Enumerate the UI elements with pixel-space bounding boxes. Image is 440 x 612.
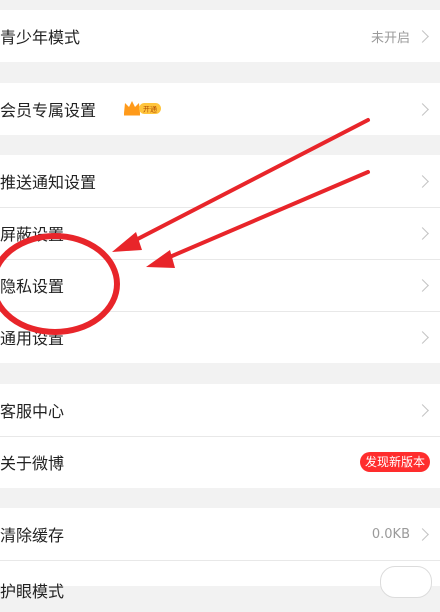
- settings-group-vip: 会员专属设置 开通: [0, 83, 440, 135]
- vip-settings-label: 会员专属设置: [0, 101, 97, 120]
- settings-group-teen: 青少年模式 未开启: [0, 10, 440, 62]
- new-version-badge: 发现新版本: [359, 452, 430, 472]
- teen-mode-row[interactable]: 青少年模式 未开启: [0, 10, 440, 62]
- push-notification-label: 推送通知设置: [0, 173, 97, 192]
- chevron-right-icon: [416, 330, 429, 344]
- cache-size: 0.0KB: [371, 526, 410, 542]
- eye-protection-toggle[interactable]: [380, 566, 432, 598]
- chevron-right-icon: [416, 527, 429, 541]
- vip-settings-row[interactable]: 会员专属设置 开通: [0, 83, 440, 135]
- chevron-right-icon: [416, 29, 429, 43]
- privacy-settings-label: 隐私设置: [0, 277, 65, 296]
- customer-service-label: 客服中心: [0, 402, 65, 421]
- chevron-right-icon: [416, 403, 429, 417]
- settings-group-misc: 清除缓存 0.0KB 护眼模式: [0, 508, 440, 601]
- chevron-right-icon: [416, 278, 429, 292]
- chevron-right-icon: [416, 102, 429, 116]
- eye-protection-label: 护眼模式: [0, 582, 65, 601]
- about-weibo-row[interactable]: 关于微博 发现新版本: [0, 436, 440, 488]
- settings-group-main: 推送通知设置 屏蔽设置 隐私设置 通用设置: [0, 155, 440, 363]
- clear-cache-row[interactable]: 清除缓存 0.0KB: [0, 508, 440, 560]
- block-settings-label: 屏蔽设置: [0, 225, 65, 244]
- vip-crown-badge-icon: 开通: [124, 101, 161, 116]
- teen-mode-label: 青少年模式: [0, 28, 81, 47]
- clear-cache-label: 清除缓存: [0, 526, 65, 545]
- general-settings-label: 通用设置: [0, 329, 65, 348]
- customer-service-row[interactable]: 客服中心: [0, 384, 440, 436]
- chevron-right-icon: [416, 226, 429, 240]
- chevron-right-icon: [416, 174, 429, 188]
- block-settings-row[interactable]: 屏蔽设置: [0, 207, 440, 259]
- push-notification-row[interactable]: 推送通知设置: [0, 155, 440, 207]
- general-settings-row[interactable]: 通用设置: [0, 311, 440, 363]
- about-weibo-label: 关于微博: [0, 454, 65, 473]
- vip-badge-text: 开通: [143, 105, 157, 114]
- privacy-settings-row[interactable]: 隐私设置: [0, 259, 440, 311]
- settings-group-support: 客服中心 关于微博 发现新版本: [0, 384, 440, 488]
- eye-protection-row: 护眼模式: [0, 560, 440, 612]
- teen-mode-status: 未开启: [370, 30, 410, 46]
